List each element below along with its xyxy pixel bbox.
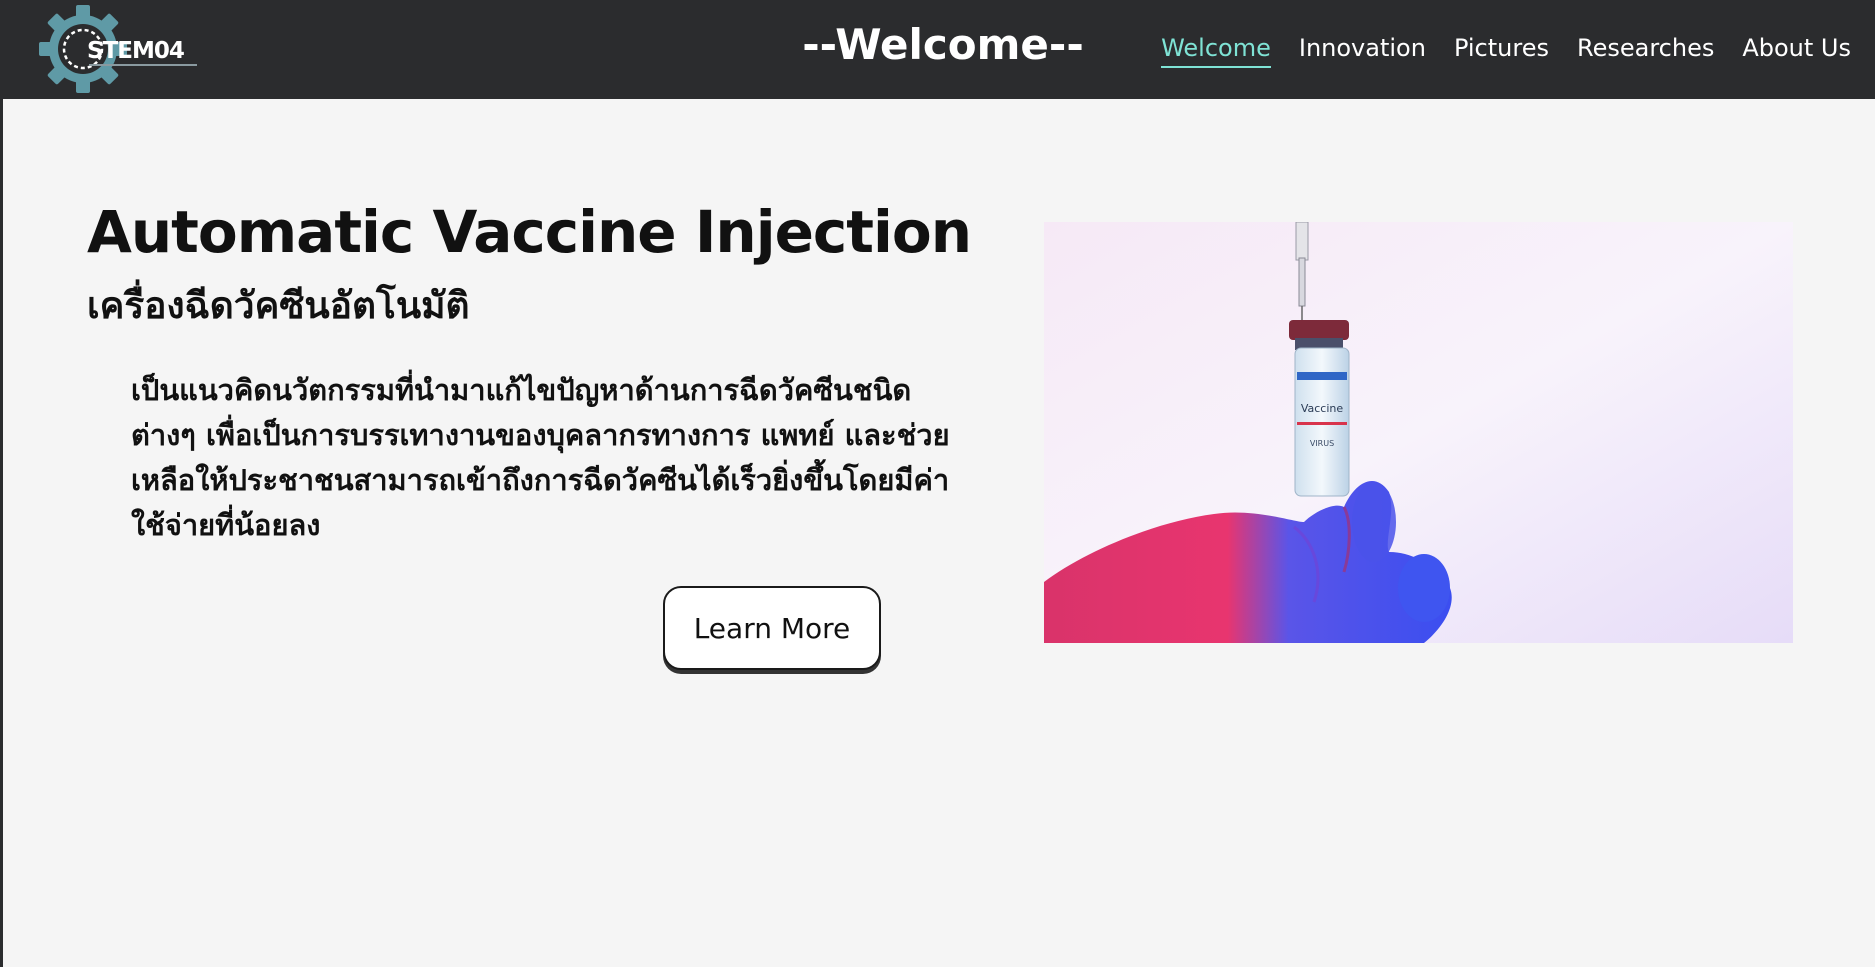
hero-image-vaccine-vial: Vaccine VIRUS: [1044, 222, 1793, 643]
nav-item-innovation[interactable]: Innovation: [1299, 34, 1426, 68]
hero-description: เป็นแนวคิดนวัตกรรมที่นำมาแก้ไขปัญหาด้านก…: [131, 373, 950, 542]
vaccine-vial-illustration: Vaccine VIRUS: [1044, 222, 1793, 643]
nav-item-pictures[interactable]: Pictures: [1454, 34, 1549, 68]
learn-more-button[interactable]: Learn More: [663, 586, 881, 670]
nav-item-researches[interactable]: Researches: [1577, 34, 1714, 68]
site-logo[interactable]: STEM04: [39, 4, 199, 94]
hero-title: Automatic Vaccine Injection: [87, 198, 972, 266]
logo-text: STEM04: [87, 38, 185, 64]
top-navigation-bar: STEM04 --Welcome-- Welcome Innovation Pi…: [3, 0, 1875, 99]
hero-subtitle: เครื่องฉีดวัคซีนอัตโนมัติ: [87, 284, 470, 327]
vial-label: Vaccine: [1301, 402, 1344, 415]
header-title: --Welcome--: [802, 20, 1084, 69]
vial-sublabel: VIRUS: [1310, 439, 1334, 448]
nav-item-about-us[interactable]: About Us: [1742, 34, 1851, 68]
page: STEM04 --Welcome-- Welcome Innovation Pi…: [0, 0, 1875, 967]
nav-item-welcome[interactable]: Welcome: [1161, 34, 1271, 68]
logo-underline: [89, 64, 197, 66]
main-nav: Welcome Innovation Pictures Researches A…: [1161, 34, 1851, 68]
